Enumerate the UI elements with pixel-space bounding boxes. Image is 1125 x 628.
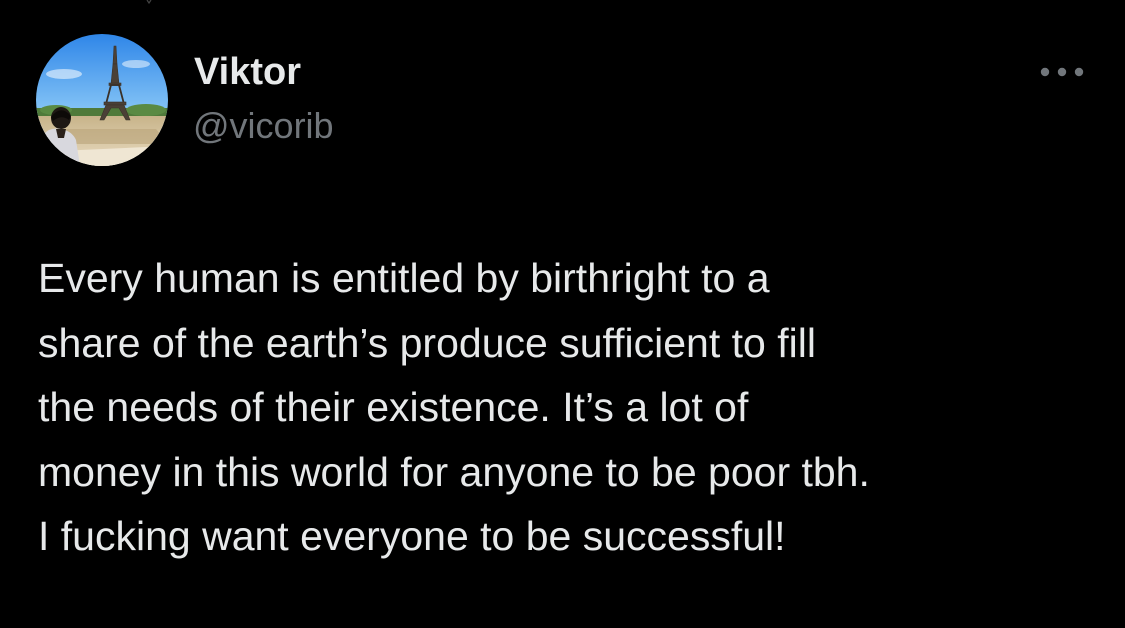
thread-line-fragment <box>146 0 152 4</box>
tweet-text: Every human is entitled by birthright to… <box>38 255 870 559</box>
author-display-name[interactable]: Viktor <box>194 50 301 94</box>
author-avatar[interactable] <box>36 34 168 166</box>
author-handle[interactable]: @vicorib <box>193 104 334 148</box>
tweet-card: Viktor @vicorib Every human is entitled … <box>0 0 1125 628</box>
avatar-photo <box>36 34 168 166</box>
more-horizontal-icon <box>1040 67 1084 77</box>
more-options-button[interactable] <box>1036 60 1088 84</box>
